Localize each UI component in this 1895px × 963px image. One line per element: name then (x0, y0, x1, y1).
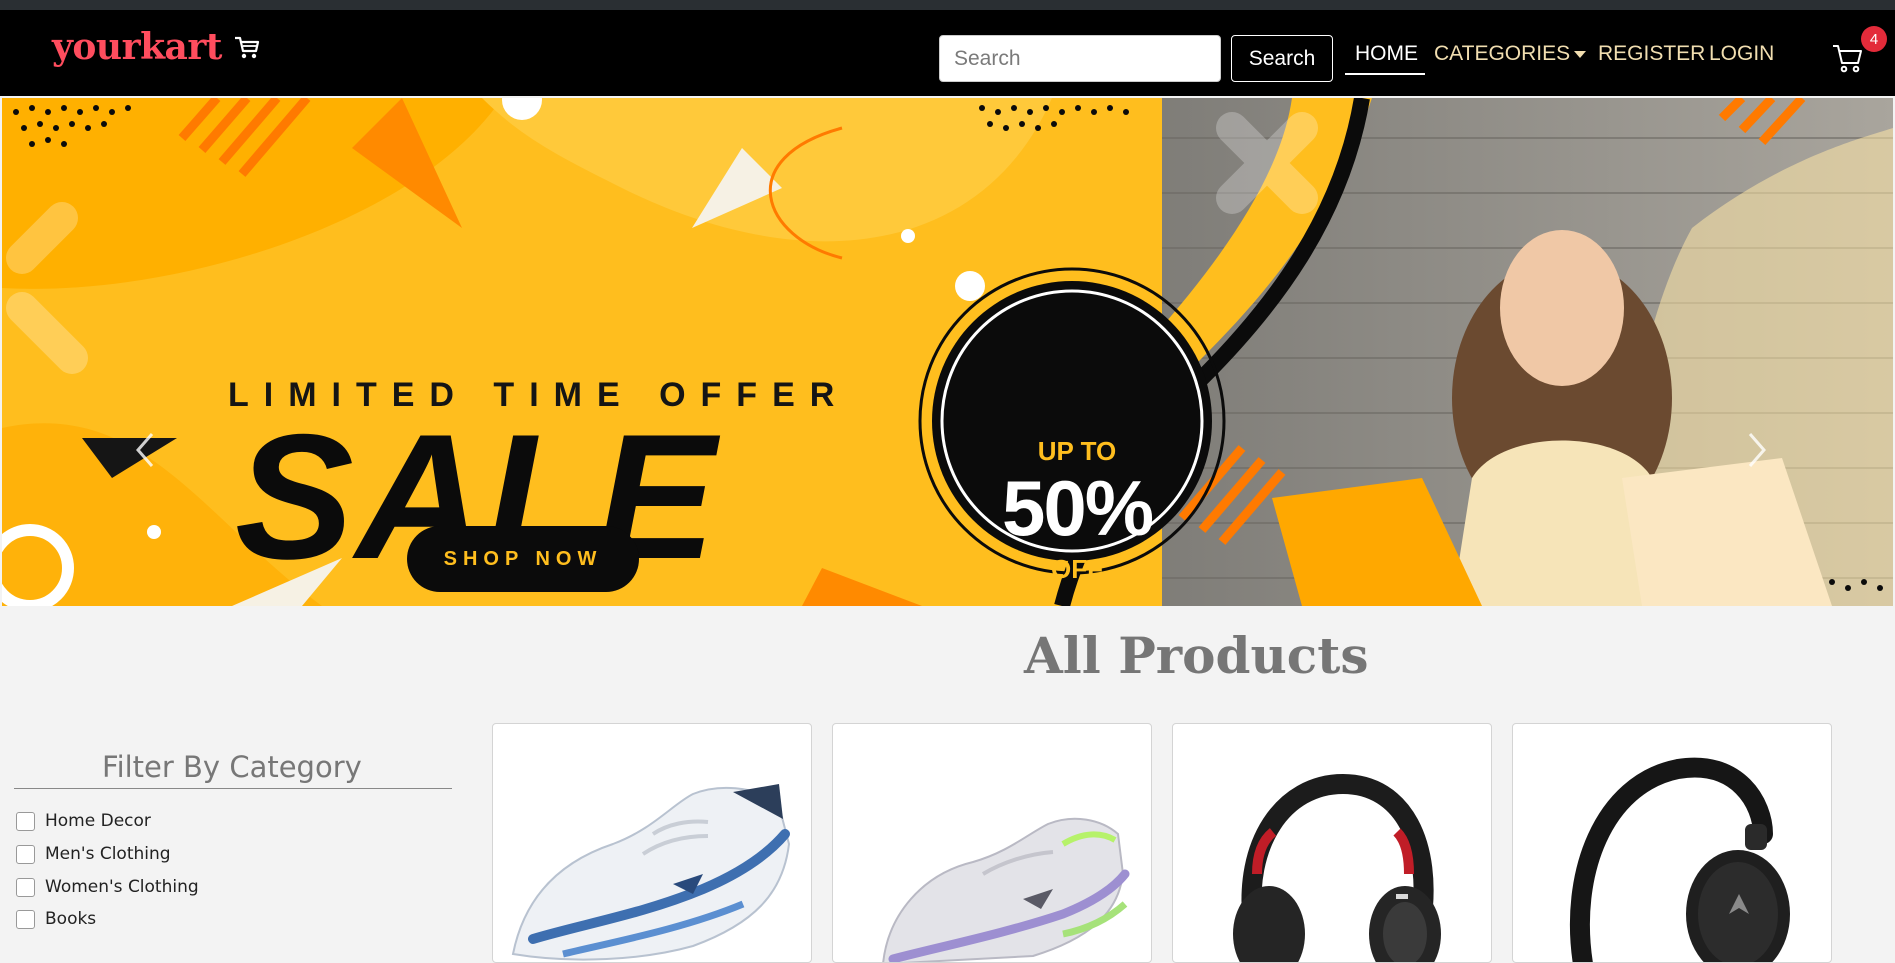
brand-logo[interactable]: yourkart (52, 26, 262, 68)
product-image-headphones (1233, 773, 1441, 962)
caret-down-icon (1574, 50, 1587, 58)
category-checkbox[interactable] (16, 844, 35, 864)
nav-categories-dropdown[interactable]: CATEGORIES (1434, 42, 1587, 66)
category-option[interactable]: Home Decor (16, 811, 151, 831)
shopping-cart-icon (1833, 45, 1862, 73)
carousel-next-button[interactable] (1742, 428, 1772, 472)
category-checkbox[interactable] (16, 877, 35, 897)
category-option[interactable]: Women's Clothing (16, 877, 199, 897)
filter-divider (14, 788, 452, 789)
category-label: Men's Clothing (45, 844, 171, 864)
product-image-headphones (1570, 757, 1790, 962)
nav-categories-label: CATEGORIES (1434, 42, 1571, 65)
navbar: yourkart Search HOME CATEGORIES REGISTER… (0, 10, 1895, 96)
cart-button[interactable] (1830, 40, 1866, 76)
products-section-title: All Products (1024, 626, 1369, 685)
nav-login-link[interactable]: LOGIN (1709, 42, 1774, 66)
category-checkbox[interactable] (16, 811, 35, 831)
carousel-prev-button[interactable] (130, 428, 160, 472)
category-label: Books (45, 909, 97, 929)
category-option[interactable]: Books (16, 909, 96, 929)
product-image-sneaker (882, 817, 1130, 962)
hero-carousel: LIMITED TIME OFFER SALE SHOP NOW UP TO 5… (2, 98, 1893, 606)
product-card[interactable] (1512, 723, 1832, 963)
category-label: Home Decor (45, 811, 151, 831)
category-label: Women's Clothing (45, 877, 199, 897)
brand-name: yourkart (52, 26, 222, 68)
window-top-strip (0, 0, 1895, 10)
nav-register-link[interactable]: REGISTER (1598, 42, 1705, 66)
product-card[interactable] (492, 723, 812, 963)
product-image-sneaker (511, 784, 791, 961)
chevron-right-icon (1748, 433, 1766, 467)
product-card[interactable] (832, 723, 1152, 963)
category-option[interactable]: Men's Clothing (16, 844, 171, 864)
nav-home-link[interactable]: HOME (1355, 42, 1418, 66)
offer-percentage: 50% (1001, 464, 1154, 552)
product-card[interactable] (1172, 723, 1492, 963)
chevron-left-icon (136, 433, 154, 467)
shop-now-button[interactable]: SHOP NOW (407, 526, 639, 592)
cart-icon (234, 36, 260, 59)
filter-title: Filter By Category (102, 750, 362, 784)
offer-suffix: OFF (1051, 554, 1103, 584)
category-checkbox[interactable] (16, 909, 35, 929)
search-input[interactable] (939, 35, 1221, 82)
nav-active-underline (1345, 73, 1425, 75)
cart-count-badge: 4 (1861, 26, 1887, 52)
search-button[interactable]: Search (1231, 35, 1333, 82)
